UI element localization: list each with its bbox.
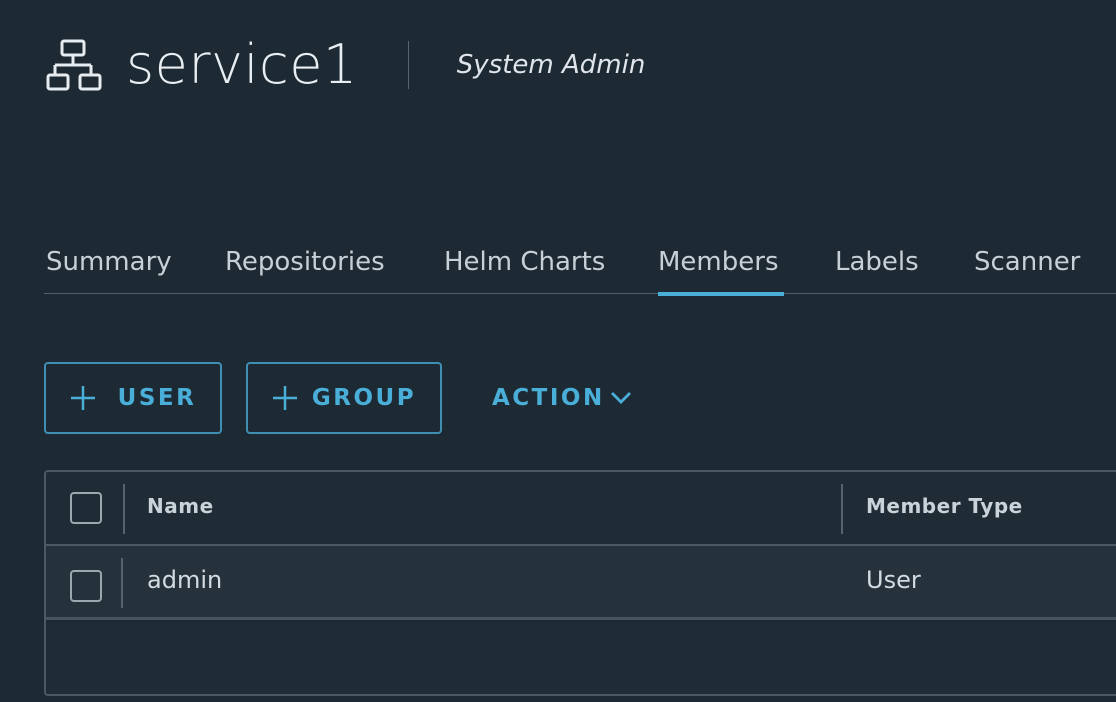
members-table: Name Member Type admin User [44, 470, 1116, 696]
tab-repositories[interactable]: Repositories [225, 240, 385, 294]
add-user-button[interactable]: USER [44, 362, 222, 434]
action-dropdown[interactable]: ACTION [492, 362, 633, 434]
action-label: ACTION [492, 385, 605, 411]
column-header-name[interactable]: Name [147, 494, 214, 518]
select-all-checkbox[interactable] [70, 492, 102, 524]
column-separator [123, 484, 125, 534]
tab-scanner[interactable]: Scanner [974, 240, 1080, 294]
column-separator [121, 558, 123, 608]
chevron-down-icon [610, 392, 631, 404]
plus-icon [272, 386, 297, 410]
project-tabs: Summary Repositories Helm Charts Members… [44, 240, 1116, 296]
column-header-member-type[interactable]: Member Type [866, 494, 1023, 518]
table-footer [46, 623, 1116, 694]
header-divider [407, 41, 409, 89]
tab-helm-charts[interactable]: Helm Charts [444, 240, 605, 294]
tab-members[interactable]: Members [658, 240, 784, 296]
row-checkbox[interactable] [70, 570, 102, 602]
add-group-button[interactable]: GROUP [246, 362, 442, 434]
add-group-label: GROUP [311, 385, 417, 411]
table-row[interactable]: admin User [46, 546, 1116, 620]
member-name: admin [147, 566, 223, 594]
plus-icon [70, 386, 95, 410]
tab-labels[interactable]: Labels [835, 240, 919, 294]
role-label: System Admin [456, 50, 646, 80]
column-separator [841, 484, 843, 534]
table-header: Name Member Type [46, 472, 1116, 546]
network-tree-icon [46, 39, 102, 91]
project-header: service1 System Admin [46, 30, 645, 100]
project-name: service1 [126, 33, 358, 96]
tab-summary[interactable]: Summary [46, 240, 172, 294]
add-user-label: USER [117, 385, 197, 411]
project-members-page: service1 System Admin Summary Repositori… [0, 0, 1116, 702]
member-type: User [866, 566, 921, 594]
